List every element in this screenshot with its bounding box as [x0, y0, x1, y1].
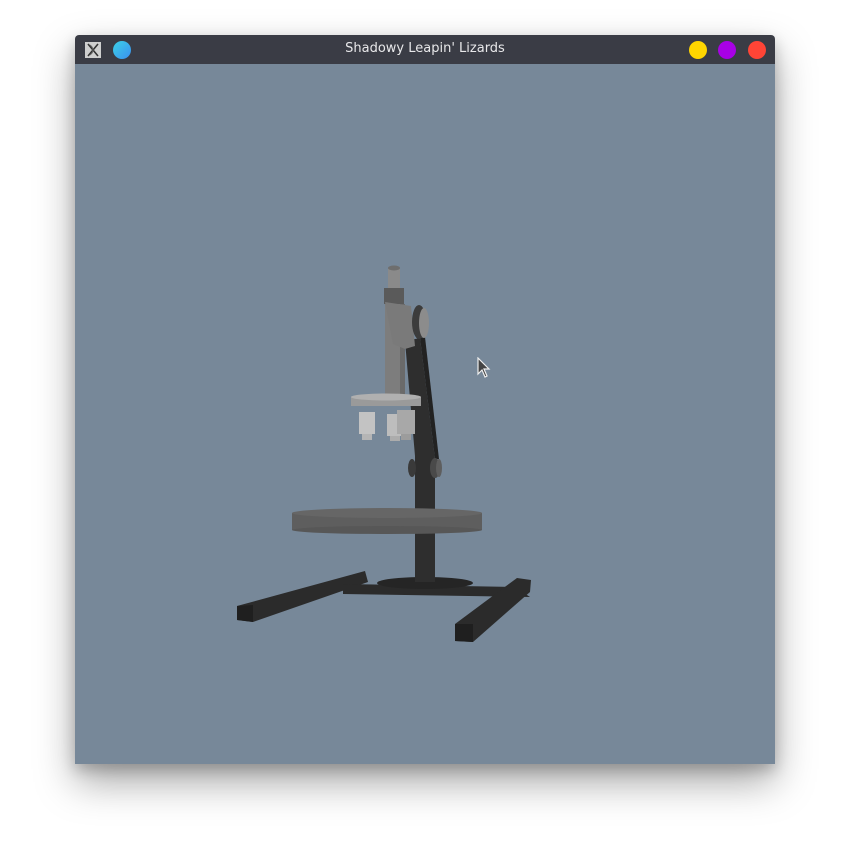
base-leg-left: [237, 571, 368, 622]
objective-2-tip: [390, 436, 400, 441]
eyepiece-top: [388, 265, 400, 271]
focus-knob-right-face: [436, 459, 442, 477]
base-leg-right-end: [455, 624, 473, 642]
titlebar[interactable]: Shadowy Leapin' Lizards: [75, 35, 775, 64]
maximize-button[interactable]: [718, 41, 736, 59]
microscope-model[interactable]: [75, 64, 775, 764]
minimize-button[interactable]: [689, 41, 707, 59]
eyepiece-collar: [384, 288, 404, 304]
focus-knob-left: [408, 459, 416, 477]
eyepiece: [388, 268, 400, 288]
app-window: Shadowy Leapin' Lizards: [75, 35, 775, 764]
stage-top: [292, 508, 482, 518]
x-window-icon[interactable]: [85, 42, 101, 58]
objective-3-tip: [401, 434, 411, 440]
objective-1: [359, 412, 375, 434]
mouse-pointer-icon: [477, 357, 491, 378]
menu-orb-icon[interactable]: [113, 41, 131, 59]
coarse-focus-wheel-face: [419, 308, 429, 338]
nosepiece-top: [351, 393, 421, 401]
pillar-arm: [405, 338, 435, 582]
objective-3: [397, 410, 415, 434]
close-button[interactable]: [748, 41, 766, 59]
stage-bottom: [292, 526, 482, 534]
gl-viewport[interactable]: [75, 64, 775, 764]
objective-1-tip: [362, 434, 372, 440]
base-leg-left-end: [237, 605, 253, 622]
window-title: Shadowy Leapin' Lizards: [345, 41, 505, 56]
